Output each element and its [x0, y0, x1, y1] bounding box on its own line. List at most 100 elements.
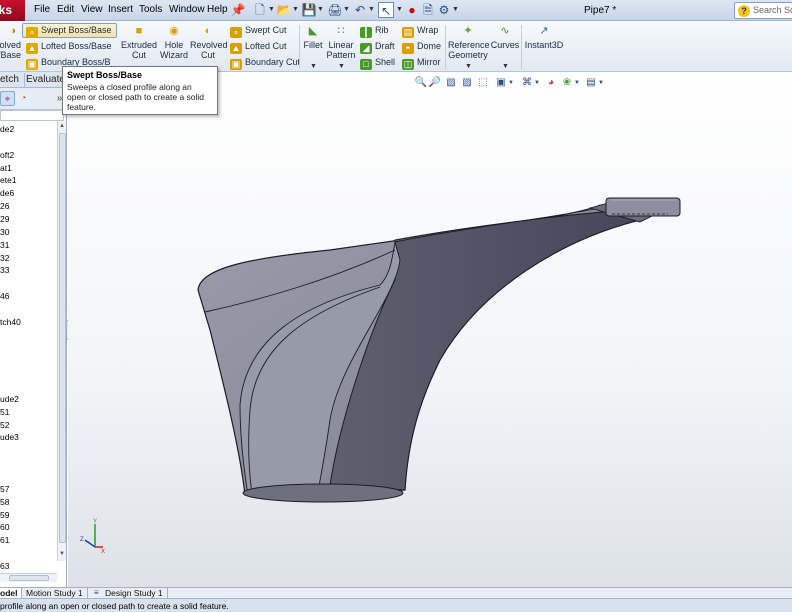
search-input[interactable]: ? Search SolidWorks	[734, 2, 792, 19]
menu-insert[interactable]: Insert	[108, 4, 133, 15]
dome-button[interactable]: ◓ Dome	[402, 41, 441, 54]
part-bottom-ellipse[interactable]	[242, 483, 404, 503]
scroll-down-icon[interactable]: ▼	[59, 551, 65, 557]
lofted-cut-button[interactable]: ▲ Lofted Cut	[230, 41, 287, 54]
chevron-down-icon[interactable]: ▼	[343, 6, 350, 13]
feature-tree-item[interactable]: oft2	[0, 150, 14, 160]
scrollbar-thumb[interactable]	[9, 575, 49, 581]
feature-tree-item[interactable]: at1	[0, 163, 12, 173]
ribbon-separator	[521, 25, 522, 69]
select-pointer-icon[interactable]: ↖	[378, 2, 394, 18]
file-properties-icon[interactable]: 🗎	[420, 2, 436, 18]
options-icon[interactable]: ⚙	[436, 2, 452, 18]
reference-geometry-button[interactable]: ✦ Reference Geometry	[448, 25, 490, 60]
feature-tree-item[interactable]: ude3	[0, 432, 19, 442]
feature-tree-item[interactable]: 29	[0, 214, 9, 224]
print-icon[interactable]: 🖨	[327, 2, 343, 18]
app-logo[interactable]: rks	[0, 0, 25, 21]
feature-tree-item[interactable]: 30	[0, 227, 9, 237]
hole-wizard-icon: ◉	[169, 25, 179, 37]
open-folder-icon[interactable]: 📂	[276, 2, 292, 18]
dim-xpert-icon[interactable]: ⌖	[0, 91, 15, 106]
undo-icon[interactable]: ↶	[352, 2, 368, 18]
pipe-part-model[interactable]: Y Z X	[68, 72, 792, 587]
chevron-down-icon[interactable]: ▼	[465, 63, 472, 70]
chevron-down-icon[interactable]: ▼	[396, 6, 403, 13]
feature-tree-item[interactable]: 26	[0, 201, 9, 211]
feature-tree-item[interactable]: 32	[0, 253, 9, 263]
feature-tree-item[interactable]: tch40	[0, 317, 21, 327]
svg-text:Z: Z	[80, 537, 84, 543]
feature-tree-item[interactable]: 46	[0, 291, 9, 301]
instant3d-icon: ↗	[539, 25, 549, 37]
shell-icon: □	[360, 59, 372, 70]
chevron-down-icon[interactable]: ▼	[292, 6, 299, 13]
wrap-button[interactable]: ▤ Wrap	[402, 25, 438, 38]
tooltip-body: Sweeps a closed profile along an open or…	[67, 82, 205, 112]
command-manager-tabs: etch Evaluate	[0, 72, 71, 88]
menu-bar: rks File Edit View Insert Tools Window H…	[0, 0, 792, 21]
menu-file[interactable]: File	[34, 4, 50, 15]
feature-tree-item[interactable]: 33	[0, 265, 9, 275]
mirror-button[interactable]: ◫ Mirror	[402, 57, 441, 70]
chevron-down-icon[interactable]: ▼	[368, 6, 375, 13]
search-placeholder: Search SolidWorks	[753, 5, 792, 15]
feature-tree-item[interactable]: 31	[0, 240, 9, 250]
instant3d-button[interactable]: ↗ Instant3D	[524, 25, 564, 50]
feature-tree-item[interactable]: ete1	[0, 175, 17, 185]
ribbon-separator	[299, 25, 300, 69]
chevron-down-icon[interactable]: ▼	[268, 6, 275, 13]
revolved-boss-button[interactable]: ◑ olved /Base	[0, 25, 21, 60]
scroll-up-icon[interactable]: ▲	[59, 123, 65, 129]
draft-button[interactable]: ◢ Draft	[360, 41, 395, 54]
lofted-boss-button[interactable]: ▲ Lofted Boss/Base	[26, 41, 112, 54]
feature-tree-item[interactable]: 58	[0, 497, 9, 507]
hole-wizard-button[interactable]: ◉ Hole Wizard	[158, 25, 190, 60]
new-document-icon[interactable]: 🗋	[252, 2, 268, 18]
feature-tree-item[interactable]: ude2	[0, 394, 19, 404]
shell-button[interactable]: □ Shell	[360, 57, 395, 70]
menu-window[interactable]: Window	[169, 4, 205, 15]
feature-filter-input[interactable]	[0, 110, 64, 121]
swept-boss-button[interactable]: ∘ Swept Boss/Base	[26, 25, 112, 38]
rib-button[interactable]: ┃ Rib	[360, 25, 389, 38]
feature-tree-item[interactable]: de6	[0, 188, 14, 198]
draft-icon: ◢	[360, 43, 372, 54]
rebuild-icon[interactable]: ●	[404, 2, 420, 18]
chevron-down-icon[interactable]: ▼	[317, 6, 324, 13]
feature-tree-item[interactable]: 52	[0, 420, 9, 430]
display-manager-icon[interactable]: ◔	[16, 91, 31, 106]
boundary-cut-button[interactable]: ▣ Boundary Cut	[230, 57, 300, 70]
menu-edit[interactable]: Edit	[57, 4, 74, 15]
chevron-down-icon[interactable]: ▼	[502, 63, 509, 70]
pin-icon[interactable]: 📌	[230, 2, 246, 18]
curves-button[interactable]: ∿ Curves	[490, 25, 520, 50]
menu-tools[interactable]: Tools	[139, 4, 162, 15]
feature-manager-toolbar: ▦ ⌖ ◔ »	[0, 88, 67, 110]
linear-pattern-button[interactable]: ∷ Linear Pattern	[325, 25, 357, 60]
feature-tree-item[interactable]: 60	[0, 522, 9, 532]
feature-tree-item[interactable]: 57	[0, 484, 9, 494]
chevron-down-icon[interactable]: ▼	[452, 6, 459, 13]
extruded-cut-button[interactable]: ■ Extruded Cut	[121, 25, 157, 60]
menu-help[interactable]: Help	[207, 4, 228, 15]
feature-tree-item[interactable]: de2	[0, 124, 14, 134]
horizontal-scrollbar[interactable]	[0, 573, 57, 582]
chevron-down-icon[interactable]: ▼	[310, 63, 317, 70]
swept-cut-button[interactable]: ∘ Swept Cut	[230, 25, 287, 38]
feature-tree-item[interactable]: 63	[0, 561, 9, 571]
chevron-down-icon[interactable]: ▼	[338, 63, 345, 70]
revolved-cut-button[interactable]: ◐ Revolved Cut	[190, 25, 228, 60]
vertical-scrollbar[interactable]: ▲ ▼	[57, 121, 66, 561]
menu-view[interactable]: View	[81, 4, 103, 15]
feature-tree-item[interactable]: 59	[0, 510, 9, 520]
scrollbar-thumb[interactable]	[59, 133, 66, 543]
fillet-button[interactable]: ◣ Fillet	[302, 25, 324, 50]
feature-tree-item[interactable]: 61	[0, 535, 9, 545]
part-connector-block[interactable]	[605, 197, 681, 217]
graphics-area[interactable]: 🔍 🔎 ▧ ▨ ⬚ ▣ ▼ ⌘ ▼ ◕ ❀ ▼ ▤ ▼ Y Z X	[68, 72, 792, 587]
feature-tree-item[interactable]: 51	[0, 407, 9, 417]
save-icon[interactable]: 💾	[301, 2, 317, 18]
mirror-icon: ◫	[402, 59, 414, 70]
bottom-tabs: odel Motion Study 1 ≡ Design Study 1	[0, 587, 792, 599]
